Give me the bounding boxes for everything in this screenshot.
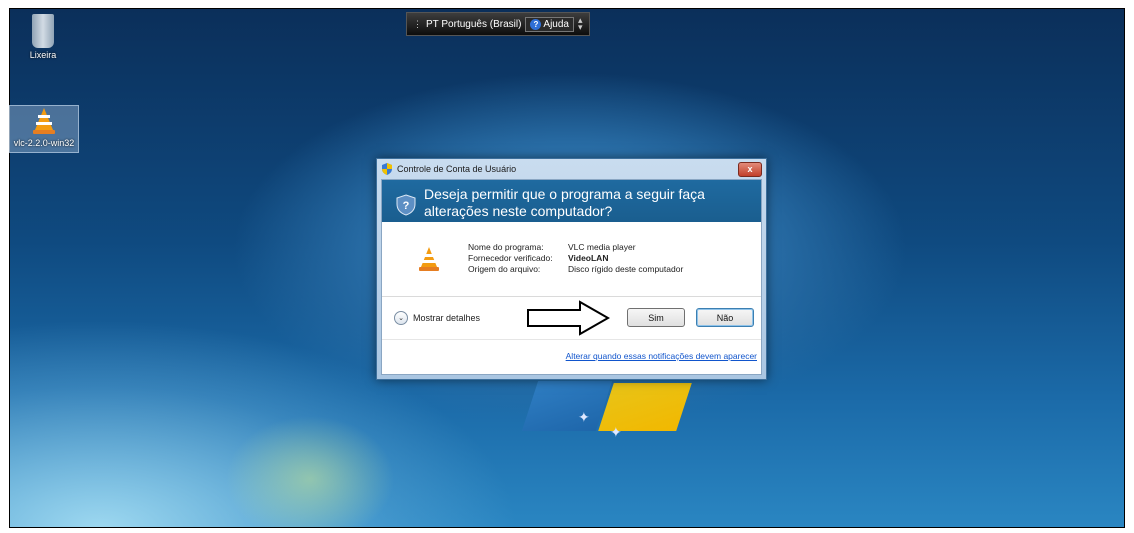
help-icon: ?: [530, 18, 542, 30]
windows-logo-blue-pane: [521, 381, 613, 431]
language-bar-options-icon[interactable]: ▴ ▾: [578, 16, 583, 32]
info-table: Nome do programa: VLC media player Forne…: [468, 242, 683, 275]
annotation-arrow-icon: [527, 300, 610, 336]
language-bar[interactable]: ⋮ PT Português (Brasil) ? Ajuda ▴ ▾: [406, 12, 590, 36]
chevron-down-icon[interactable]: ⌄: [394, 311, 408, 325]
help-button[interactable]: ? Ajuda: [525, 16, 574, 32]
desktop-icon-label: vlc-2.2.0-win32: [13, 138, 75, 148]
desktop-icon-vlc-installer[interactable]: vlc-2.2.0-win32: [9, 105, 79, 153]
program-info: Nome do programa: VLC media player Forne…: [418, 242, 683, 275]
vlc-cone-icon: [419, 247, 439, 271]
no-button[interactable]: Não: [696, 308, 754, 327]
question-banner: ? Deseja permitir que o programa a segui…: [382, 180, 761, 222]
help-label: Ajuda: [543, 18, 569, 30]
vlc-cone-icon: [33, 108, 55, 134]
close-button[interactable]: x: [738, 161, 762, 177]
info-row: Origem do arquivo: Disco rígido deste co…: [468, 264, 683, 275]
info-label: Nome do programa:: [468, 242, 544, 252]
notification-settings-link[interactable]: Alterar quando essas notificações devem …: [566, 351, 757, 361]
language-bar-grip-icon[interactable]: ⋮: [413, 19, 422, 28]
uac-shield-icon: [382, 163, 392, 175]
dialog-titlebar[interactable]: Controle de Conta de Usuário x: [377, 159, 766, 179]
recycle-bin-icon: [32, 14, 54, 48]
show-details-label[interactable]: Mostrar detalhes: [413, 313, 480, 323]
uac-dialog: Controle de Conta de Usuário x ? Deseja …: [376, 158, 767, 380]
info-label: Fornecedor verificado:: [468, 253, 553, 263]
info-value: Disco rígido deste computador: [568, 264, 684, 274]
question-text: Deseja permitir que o programa a seguir …: [424, 186, 705, 219]
sparkle-icon: ✦: [578, 409, 590, 425]
language-indicator[interactable]: PT Português (Brasil): [426, 19, 521, 30]
yes-button[interactable]: Sim: [627, 308, 685, 327]
info-value: VLC media player: [568, 242, 636, 252]
info-value: VideoLAN: [568, 253, 609, 263]
desktop-icon-label: Lixeira: [29, 50, 57, 60]
divider: [382, 296, 761, 297]
question-shield-icon: ?: [396, 194, 416, 216]
sparkle-icon: ✦: [610, 424, 622, 440]
show-details-toggle[interactable]: ⌄ Mostrar detalhes: [394, 311, 480, 325]
svg-text:?: ?: [403, 200, 410, 212]
info-label: Origem do arquivo:: [468, 264, 541, 274]
dialog-body: ? Deseja permitir que o programa a segui…: [381, 179, 762, 375]
info-row: Nome do programa: VLC media player: [468, 242, 683, 253]
dialog-title: Controle de Conta de Usuário: [397, 164, 517, 174]
desktop-icon-recycle-bin[interactable]: Lixeira: [9, 14, 77, 60]
info-row: Fornecedor verificado: VideoLAN: [468, 253, 683, 264]
divider: [382, 339, 761, 340]
